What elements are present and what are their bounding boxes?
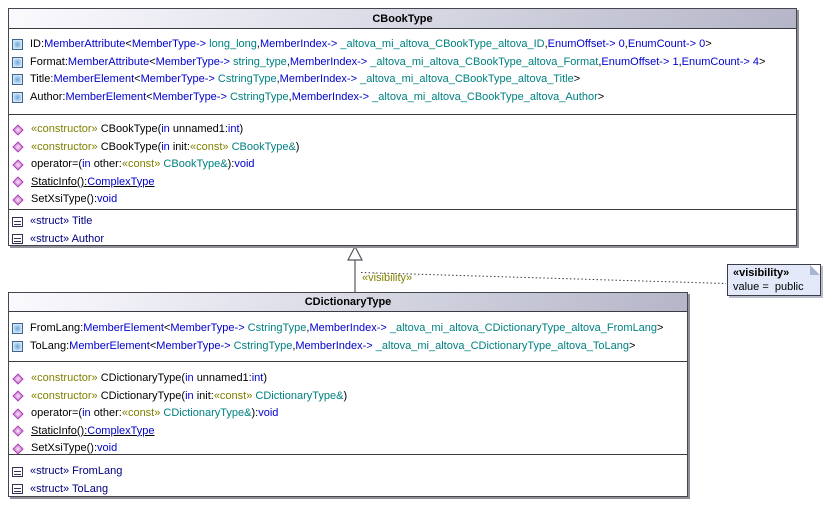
member-row[interactable]: «struct» ToLang [9,481,687,497]
structs-compartment: «struct» Title «struct» Author [9,209,796,246]
operation-icon [12,373,23,384]
member-row[interactable]: operator=(in other:«const» CBookType&):v… [9,156,796,174]
operation-icon [12,177,23,188]
member-row[interactable]: ToLang:MemberElement<MemberType-> Cstrin… [9,338,687,356]
operation-icon [12,124,23,135]
member-row[interactable]: SetXsiType():void [9,191,796,209]
member-text: FromLang:MemberElement<MemberType-> Cstr… [30,322,663,335]
visibility-edge-label[interactable]: «visibility» [362,272,412,284]
member-row[interactable]: «struct» FromLang [9,463,687,481]
note-value: value = public [733,280,820,294]
member-text: «struct» Author [30,233,104,246]
member-text: StaticInfo():ComplexType [31,425,155,438]
member-text: ToLang:MemberElement<MemberType-> Cstrin… [30,340,635,353]
attribute-icon [12,39,23,50]
member-row[interactable]: «constructor» CDictionaryType(in init:«c… [9,388,687,406]
member-row[interactable]: operator=(in other:«const» CDictionaryTy… [9,405,687,423]
attribute-icon [12,341,23,352]
structs-compartment: «struct» FromLang «struct» ToLang [9,454,687,496]
diagram-canvas: CBookType ID:MemberAttribute<MemberType-… [0,0,828,510]
member-text: operator=(in other:«const» CBookType&):v… [31,158,255,171]
note-fold-corner-icon [810,265,820,275]
member-text: «struct» FromLang [30,465,122,478]
member-text: SetXsiType():void [31,442,117,454]
member-row[interactable]: SetXsiType():void [9,440,687,454]
member-row[interactable]: Author:MemberElement<MemberType-> Cstrin… [9,89,796,107]
member-text: «constructor» CDictionaryType(in unnamed… [31,372,267,385]
member-text: SetXsiType():void [31,193,117,206]
operation-icon [12,391,23,402]
operation-icon [12,159,23,170]
struct-icon [12,484,23,494]
member-row[interactable]: Format:MemberAttribute<MemberType-> stri… [9,54,796,72]
struct-icon [12,467,23,477]
member-text: operator=(in other:«const» CDictionaryTy… [31,407,278,420]
member-text: «struct» ToLang [30,483,108,496]
operation-icon [12,443,23,454]
attribute-icon [12,323,23,334]
operation-icon [12,408,23,419]
member-row[interactable]: «struct» Author [9,231,796,247]
member-row[interactable]: «struct» Title [9,213,796,231]
operation-icon [12,426,23,437]
struct-icon [12,217,23,227]
note-title: «visibility» [733,266,820,280]
struct-icon [12,234,23,244]
member-row[interactable]: StaticInfo():ComplexType [9,423,687,441]
operation-icon [12,194,23,205]
class-title: CDictionaryType [9,293,687,311]
member-text: ID:MemberAttribute<MemberType-> long_lon… [30,38,712,51]
member-text: StaticInfo():ComplexType [31,176,155,189]
member-text: Author:MemberElement<MemberType-> Cstrin… [30,91,604,104]
member-row[interactable]: ID:MemberAttribute<MemberType-> long_lon… [9,36,796,54]
member-row[interactable]: «constructor» CDictionaryType(in unnamed… [9,370,687,388]
member-row[interactable]: «constructor» CBookType(in unnamed1:int) [9,121,796,139]
member-text: Format:MemberAttribute<MemberType-> stri… [30,56,765,69]
class-cdictionarytype[interactable]: CDictionaryType FromLang:MemberElement<M… [8,292,688,497]
visibility-note[interactable]: «visibility» value = public [727,264,821,296]
member-text: Title:MemberElement<MemberType-> Cstring… [30,73,580,86]
member-row[interactable]: FromLang:MemberElement<MemberType-> Cstr… [9,320,687,338]
attributes-compartment: ID:MemberAttribute<MemberType-> long_lon… [9,28,796,114]
class-cbooktype[interactable]: CBookType ID:MemberAttribute<MemberType-… [8,8,797,246]
member-row[interactable]: Title:MemberElement<MemberType-> Cstring… [9,71,796,89]
operations-compartment: «constructor» CDictionaryType(in unnamed… [9,361,687,454]
member-text: «constructor» CBookType(in unnamed1:int) [31,123,243,136]
operations-compartment: «constructor» CBookType(in unnamed1:int)… [9,114,796,209]
attribute-icon [12,57,23,68]
class-title: CBookType [9,9,796,28]
attribute-icon [12,74,23,85]
member-row[interactable]: StaticInfo():ComplexType [9,174,796,192]
member-text: «constructor» CBookType(in init:«const» … [31,141,299,154]
note-link-line[interactable] [361,273,726,284]
attribute-icon [12,92,23,103]
member-row[interactable]: «constructor» CBookType(in init:«const» … [9,139,796,157]
generalization-arrowhead-icon[interactable] [348,247,362,261]
attributes-compartment: FromLang:MemberElement<MemberType-> Cstr… [9,311,687,361]
operation-icon [12,142,23,153]
member-text: «struct» Title [30,215,92,228]
member-text: «constructor» CDictionaryType(in init:«c… [31,390,347,403]
